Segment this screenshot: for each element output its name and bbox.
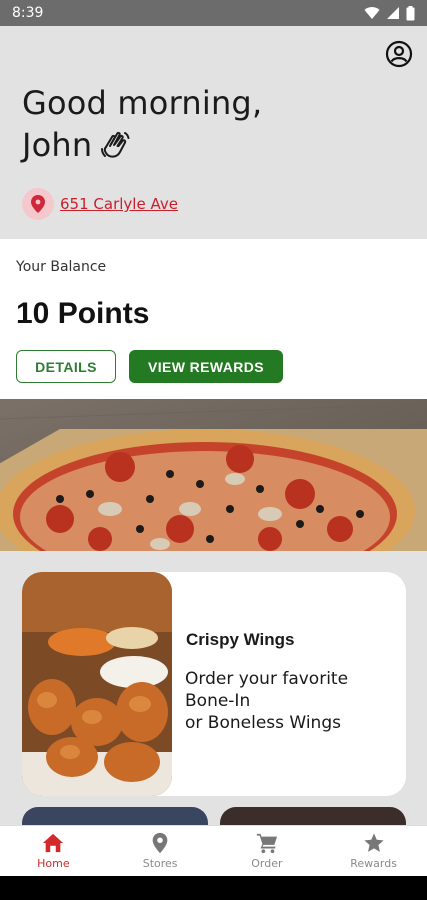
user-first-name: John — [22, 126, 93, 164]
signal-icon — [387, 7, 399, 19]
location-pin-icon — [31, 195, 45, 213]
cart-icon — [256, 833, 277, 854]
status-time: 8:39 — [12, 5, 44, 21]
promo-section: Crispy Wings Order your favorite Bone-In… — [0, 551, 427, 837]
nav-item-rewards[interactable]: Rewards — [320, 826, 427, 876]
view-rewards-button[interactable]: VIEW REWARDS — [129, 350, 283, 383]
map-pin-icon — [152, 832, 168, 854]
home-icon — [43, 833, 64, 853]
details-button[interactable]: DETAILS — [16, 350, 116, 383]
greeting-header: Good morning, John 651 Carlyle Ave — [0, 26, 427, 239]
balance-card: Your Balance 10 Points DETAILS VIEW REWA… — [0, 239, 427, 399]
nav-label-order: Order — [251, 857, 283, 870]
app-screen: 8:39 Good morning, John 651 Carlyle Ave … — [0, 0, 427, 900]
promo-description: Order your favorite Bone-In or Boneless … — [185, 669, 349, 733]
promo-title: Crispy Wings — [186, 630, 295, 649]
location-pin-badge — [22, 188, 54, 220]
wings-image — [22, 572, 172, 796]
system-gesture-bar — [0, 876, 427, 900]
location-link[interactable]: 651 Carlyle Ave — [60, 195, 178, 213]
balance-label: Your Balance — [16, 259, 107, 275]
nav-label-rewards: Rewards — [350, 857, 397, 870]
profile-icon[interactable] — [385, 40, 413, 68]
promo-card[interactable]: Crispy Wings Order your favorite Bone-In… — [22, 572, 406, 796]
greeting-line2-row: John — [22, 124, 262, 166]
nav-label-stores: Stores — [142, 857, 178, 870]
star-icon — [364, 833, 384, 852]
store-location[interactable]: 651 Carlyle Ave — [22, 188, 178, 220]
balance-points: 10 Points — [16, 297, 150, 330]
status-bar: 8:39 — [0, 0, 427, 26]
waving-hand-icon — [101, 131, 130, 158]
nav-item-stores[interactable]: Stores — [107, 826, 214, 876]
battery-icon — [406, 5, 415, 20]
greeting-line1: Good morning, — [22, 84, 263, 122]
wifi-icon — [364, 7, 380, 20]
hero-pizza-image — [0, 399, 427, 551]
nav-item-home[interactable]: Home — [0, 826, 107, 876]
nav-item-order[interactable]: Order — [214, 826, 321, 876]
status-icons — [364, 5, 415, 21]
greeting-text: Good morning, John — [22, 82, 262, 166]
bottom-nav: Home Stores Order Rewards — [0, 825, 427, 876]
nav-label-home: Home — [37, 857, 70, 870]
